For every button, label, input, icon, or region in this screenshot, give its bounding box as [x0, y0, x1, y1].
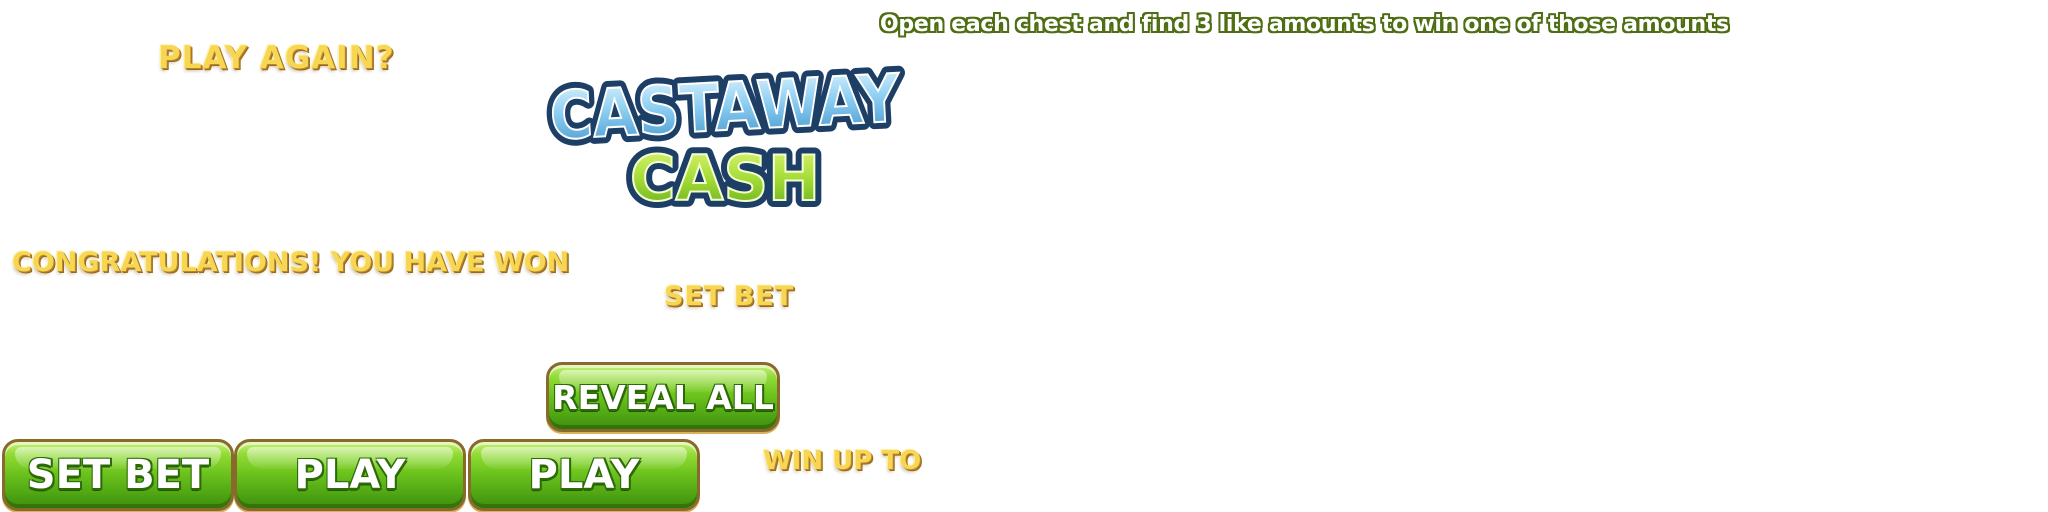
- reveal-all-label: REVEAL ALL: [552, 377, 774, 417]
- play-button[interactable]: PLAY: [234, 439, 466, 511]
- castaway-cash-logo: CASTAWAY CASTAWAY CASH CASH: [540, 50, 910, 220]
- play-label: PLAY: [294, 452, 406, 498]
- congratulations-heading: CONGRATULATIONS! YOU HAVE WON: [12, 247, 570, 278]
- logo-line-2: CASH: [630, 142, 820, 215]
- play-again-heading: PLAY AGAIN?: [158, 40, 395, 76]
- win-up-to-label: WIN UP TO: [763, 446, 922, 476]
- logo-line-1: CASTAWAY: [548, 60, 903, 155]
- play-label-alt: PLAY: [528, 452, 640, 498]
- set-bet-label: SET BET: [26, 452, 210, 498]
- game-instructions: Open each chest and find 3 like amounts …: [880, 12, 1729, 37]
- set-bet-button[interactable]: SET BET: [2, 439, 234, 511]
- set-bet-heading: SET BET: [664, 281, 795, 312]
- play-button-alt[interactable]: PLAY: [468, 439, 700, 511]
- reveal-all-button[interactable]: REVEAL ALL: [546, 362, 780, 432]
